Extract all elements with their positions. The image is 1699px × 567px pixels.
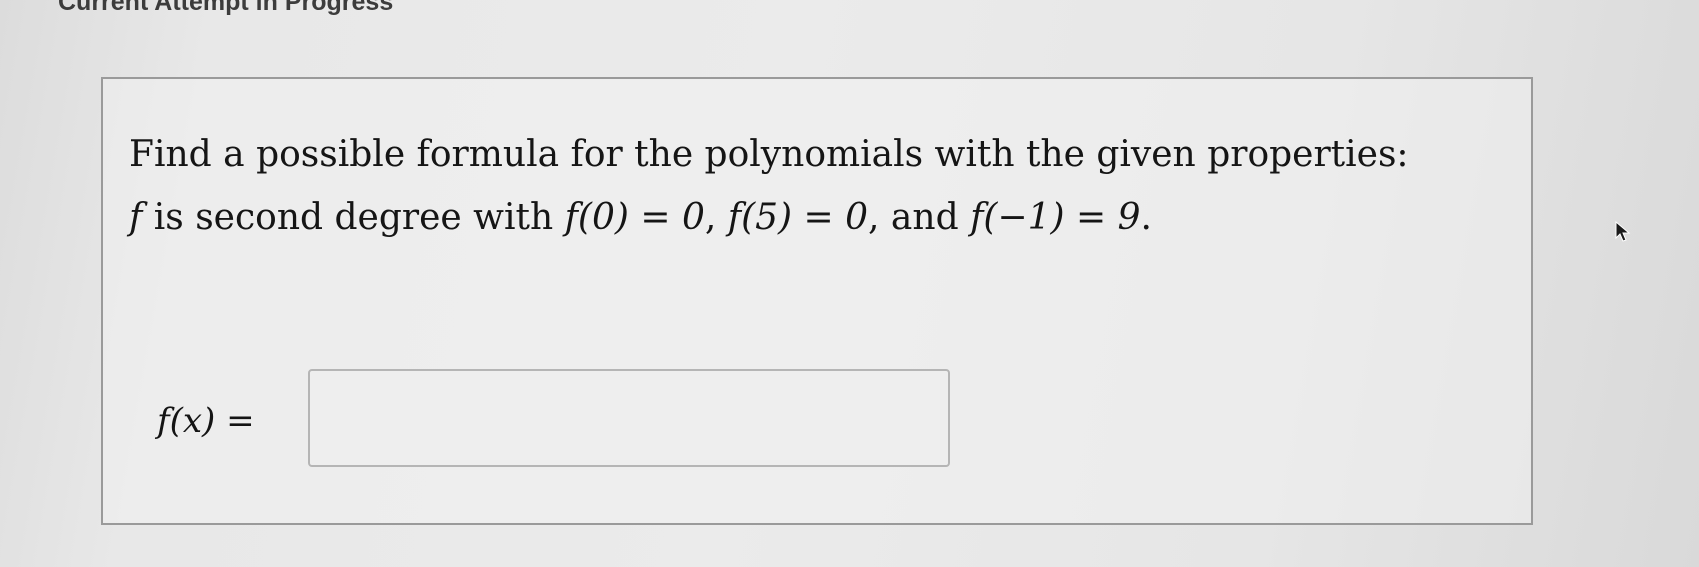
degree-text: is second degree with [142,197,565,238]
page-title: Current Attempt in Progress [58,0,394,16]
condition-2: f(5) = 0 [727,197,869,238]
sentence-end: . [1140,197,1152,238]
mouse-pointer-icon [1615,221,1631,242]
separator-2: , and [868,197,971,238]
condition-1: f(0) = 0 [564,197,705,238]
answer-label: f(x) = [157,401,255,441]
question-prompt: Find a possible formula for the polynomi… [129,134,1409,175]
question-box: Find a possible formula for the polynomi… [101,77,1533,525]
function-name: f [129,197,143,238]
answer-input[interactable] [308,369,950,467]
condition-3: f(−1) = 9 [970,197,1141,238]
separator-1: , [704,197,728,238]
question-conditions: f is second degree with f(0) = 0, f(5) =… [129,197,1152,238]
